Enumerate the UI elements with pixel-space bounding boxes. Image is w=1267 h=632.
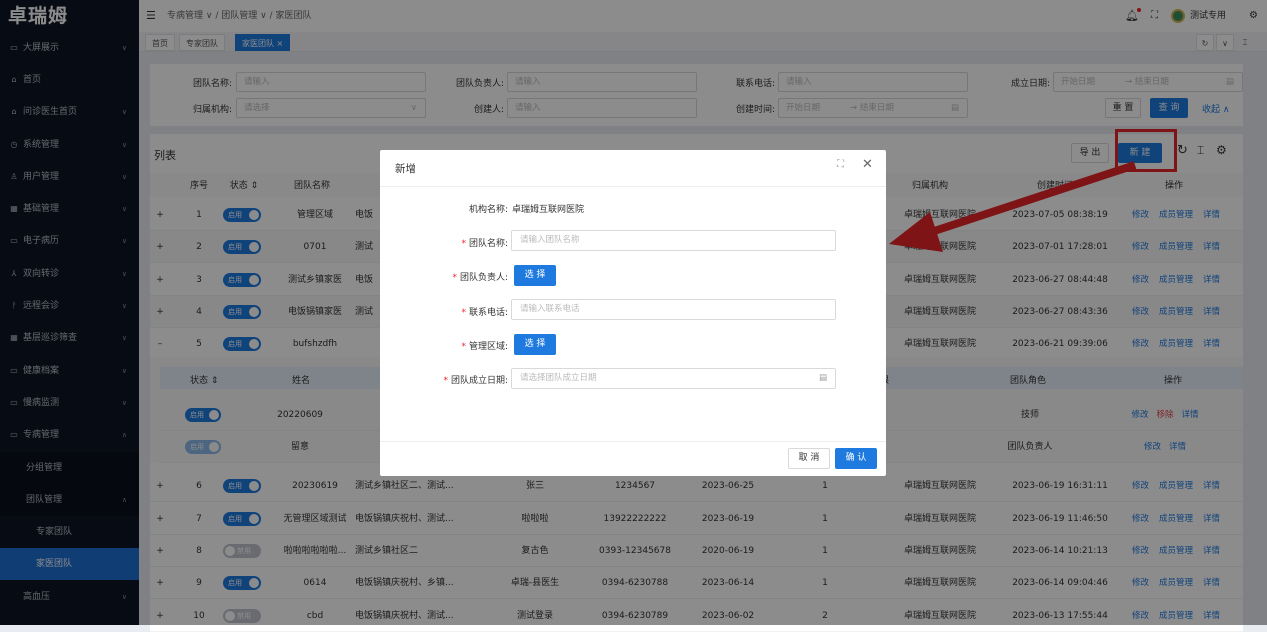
- dialog-title: 新增: [395, 163, 416, 175]
- found-date-label-text: 团队成立日期:: [450, 376, 508, 386]
- team-name-label-text: 团队名称:: [468, 239, 508, 249]
- select-leader-button[interactable]: 选 择: [514, 265, 556, 286]
- confirm-button[interactable]: 确 认: [835, 448, 877, 469]
- select-area-button[interactable]: 选 择: [514, 334, 556, 355]
- area-label: * 管理区域:: [420, 339, 508, 352]
- dialog-divider: [380, 186, 886, 187]
- fullscreen-icon[interactable]: ⛶: [837, 159, 844, 170]
- calendar-icon: ▤: [818, 373, 827, 383]
- required-mark: *: [461, 239, 466, 249]
- dialog-footer-divider: [380, 441, 886, 442]
- required-mark: *: [452, 273, 457, 283]
- team-name-input[interactable]: 请输入团队名称: [511, 230, 836, 251]
- found-date-picker[interactable]: 请选择团队成立日期 ▤: [511, 368, 836, 389]
- new-team-dialog: 新增 ⛶ ✕ 机构名称: 卓瑞姆互联网医院 * 团队名称: 请输入团队名称 * 团队…: [380, 150, 886, 476]
- team-leader-label: * 团队负责人:: [420, 270, 508, 283]
- required-mark: *: [461, 342, 466, 352]
- found-date-placeholder: 请选择团队成立日期: [520, 373, 597, 383]
- org-name-label: 机构名称:: [468, 205, 508, 215]
- org-name-value: 卓瑞姆互联网医院: [512, 205, 585, 215]
- required-mark: *: [461, 308, 466, 318]
- phone-input[interactable]: 请输入联系电话: [511, 299, 836, 320]
- phone-label: * 联系电话:: [420, 305, 508, 318]
- phone-label-text: 联系电话:: [468, 308, 508, 318]
- team-name-label: * 团队名称:: [420, 236, 508, 249]
- team-leader-label-text: 团队负责人:: [459, 273, 508, 283]
- cancel-button[interactable]: 取 消: [788, 448, 830, 469]
- found-date-label: * 团队成立日期:: [410, 373, 508, 386]
- required-mark: *: [443, 376, 448, 386]
- area-label-text: 管理区域:: [468, 342, 508, 352]
- close-icon[interactable]: ✕: [862, 157, 873, 172]
